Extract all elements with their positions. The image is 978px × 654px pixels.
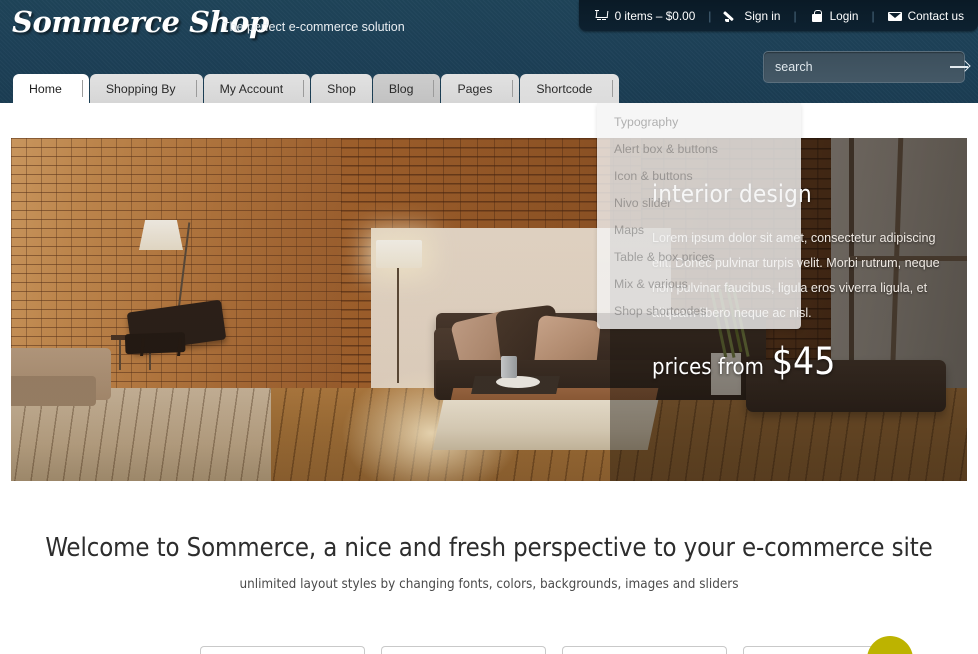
search-box[interactable] xyxy=(763,51,968,83)
nav-item-blog[interactable]: Blog xyxy=(372,74,441,103)
nav-item-shortcode[interactable]: Shortcode xyxy=(520,74,620,103)
search-submit-button[interactable] xyxy=(944,52,968,82)
dropdown-item-alert-box[interactable]: Alert box & buttons xyxy=(597,136,801,163)
nav-label: My Account xyxy=(219,81,284,96)
teaser-boxes xyxy=(200,636,960,654)
site-header: Sommerce Shop The perfect e-commerce sol… xyxy=(0,0,978,103)
separator: | xyxy=(708,8,712,23)
nav-divider xyxy=(512,80,514,97)
welcome-heading: Welcome to Sommerce, a nice and fresh pe… xyxy=(45,533,933,563)
nav-divider xyxy=(303,80,305,97)
teaser-box[interactable] xyxy=(562,646,727,654)
nav-item-shop[interactable]: Shop xyxy=(311,74,372,103)
slider-price: prices from $45 xyxy=(652,340,957,383)
nav-divider xyxy=(433,80,435,97)
login-label: Login xyxy=(829,8,859,23)
dropdown-item-nivo-slider[interactable]: Nivo slider xyxy=(597,190,801,217)
welcome-subheading: unlimited layout styles by changing font… xyxy=(239,577,739,592)
ribbon-badge xyxy=(867,636,913,654)
dropdown-item-typography[interactable]: Typography xyxy=(597,109,801,136)
dropdown-item-shop-shortcodes[interactable]: Shop shortcodes xyxy=(597,298,801,325)
signin-label: Sign in xyxy=(744,8,781,23)
cart-label: 0 items – $0.00 xyxy=(614,8,696,23)
dropdown-item-mix-various[interactable]: Mix & various xyxy=(597,271,801,298)
separator: | xyxy=(871,8,875,23)
teaser-box[interactable] xyxy=(200,646,365,654)
teaser-box[interactable] xyxy=(743,636,913,654)
contact-label: Contact us xyxy=(907,8,964,23)
cart-link[interactable]: 0 items – $0.00 xyxy=(594,8,696,23)
utility-topbar: 0 items – $0.00 | Sign in | Login | Cont… xyxy=(578,0,978,31)
site-tagline: The perfect e-commerce solution xyxy=(222,20,405,34)
dropdown-item-maps[interactable]: Maps xyxy=(597,217,801,244)
shortcode-dropdown-menu: Typography Alert box & buttons Icon & bu… xyxy=(597,103,801,329)
envelope-icon xyxy=(887,10,902,22)
dropdown-item-icon-buttons[interactable]: Icon & buttons xyxy=(597,163,801,190)
nav-label: Blog xyxy=(388,81,414,96)
nav-label: Home xyxy=(29,81,62,96)
nav-label: Pages xyxy=(457,81,493,96)
nav-label: Shortcode xyxy=(536,81,593,96)
nav-label: Shop xyxy=(327,81,356,96)
dropdown-item-table-prices[interactable]: Table & box prices xyxy=(597,244,801,271)
nav-divider xyxy=(195,80,197,97)
nav-item-home[interactable]: Home xyxy=(13,74,89,103)
main-navigation: Home Shopping By My Account Shop Blog Pa… xyxy=(13,74,620,103)
price-prefix: prices from xyxy=(652,355,764,380)
contact-link[interactable]: Contact us xyxy=(887,8,964,23)
nav-item-my-account[interactable]: My Account xyxy=(203,74,311,103)
nav-item-shopping-by[interactable]: Shopping By xyxy=(89,74,203,103)
pen-icon xyxy=(724,10,738,22)
main-content: Welcome to Sommerce, a nice and fresh pe… xyxy=(0,481,978,654)
search-input[interactable] xyxy=(764,60,944,74)
login-link[interactable]: Login xyxy=(810,8,859,23)
teaser-box[interactable] xyxy=(381,646,546,654)
signin-link[interactable]: Sign in xyxy=(724,9,780,23)
price-amount: $45 xyxy=(771,340,836,383)
lock-icon xyxy=(810,9,824,22)
nav-label: Shopping By xyxy=(105,81,176,96)
cart-icon xyxy=(594,9,609,22)
separator: | xyxy=(793,8,797,23)
nav-divider xyxy=(81,80,83,97)
nav-item-pages[interactable]: Pages xyxy=(441,74,520,103)
hero-slider[interactable]: interior design Lorem ipsum dolor sit am… xyxy=(11,138,967,481)
nav-divider xyxy=(612,80,614,97)
